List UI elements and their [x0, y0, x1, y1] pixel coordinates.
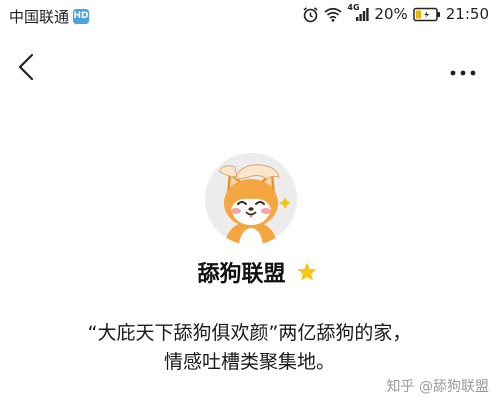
alarm-icon — [303, 6, 318, 22]
battery-charging-icon — [413, 7, 440, 21]
signal-strength-icon — [356, 8, 370, 21]
profile-description: “大庇天下舔狗俱欢颜”两亿舔狗的家， 情感吐槽类聚集地。 — [0, 319, 499, 377]
more-options-button[interactable] — [449, 62, 477, 76]
profile-avatar[interactable] — [205, 153, 297, 245]
title-wrap: 舔狗联盟 — [197, 256, 317, 288]
profile-name: 舔狗联盟 — [197, 262, 286, 287]
nav-bar — [0, 44, 499, 90]
chevron-left-icon — [18, 53, 34, 81]
profile-title-row: 舔狗联盟 — [0, 256, 499, 288]
carrier-info: 中国联通 HD — [9, 6, 90, 27]
clock-time: 21:50 — [445, 5, 489, 23]
more-horizontal-icon — [450, 70, 476, 76]
carrier-name: 中国联通 — [9, 8, 70, 26]
hd-badge-icon: HD — [73, 9, 90, 24]
signal-group: 4G — [347, 3, 370, 22]
description-line-2: 情感吐槽类聚集地。 — [163, 351, 335, 373]
back-button[interactable] — [14, 52, 40, 82]
shiba-dog-avatar-icon — [205, 153, 297, 245]
zhihu-watermark: 知乎 @舔狗联盟 — [386, 379, 489, 395]
description-line-1: “大庇天下舔狗俱欢颜”两亿舔狗的家， — [87, 322, 412, 344]
status-icons: 4G 20% 21:50 — [302, 3, 489, 23]
wifi-icon — [324, 7, 342, 22]
status-bar: 中国联通 HD 4G 20% 21:50 — [0, 0, 499, 32]
star-icon — [297, 262, 316, 281]
battery-percent: 20% — [374, 5, 408, 23]
